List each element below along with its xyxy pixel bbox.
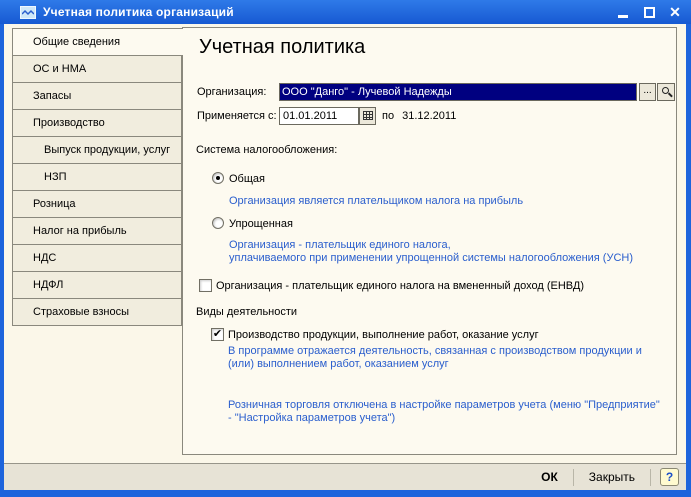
period-to-value: 31.12.2011 — [402, 110, 457, 122]
footer-bar: ОК Закрыть ? — [4, 463, 686, 490]
activities-label: Виды деятельности — [196, 306, 298, 318]
sidebar-item-nds[interactable]: НДС — [12, 244, 182, 272]
footer-separator — [650, 468, 651, 486]
organization-choose-button[interactable]: ... — [639, 83, 656, 101]
window-controls: ✕ — [615, 0, 683, 24]
dialog-client-area: Общие сведения ОС и НМА Запасы Производс… — [4, 24, 686, 490]
sidebar-item-nalog-pribyl[interactable]: Налог на прибыль — [12, 217, 182, 245]
radio-general-tax[interactable] — [212, 172, 224, 184]
footer-separator — [572, 468, 574, 486]
sidebar-item-vypusk[interactable]: Выпуск продукции, услуг — [12, 136, 182, 164]
sidebar-item-general[interactable]: Общие сведения — [12, 28, 183, 56]
magnifier-icon[interactable] — [657, 83, 675, 101]
simplified-tax-note: Организация - плательщик единого налога,… — [229, 239, 634, 264]
envd-checkbox-label[interactable]: Организация - плательщик единого налога … — [216, 280, 584, 292]
tax-system-label: Система налогообложения: — [196, 144, 338, 156]
close-icon[interactable]: ✕ — [667, 4, 683, 20]
sidebar-item-roznitsa[interactable]: Розница — [12, 190, 182, 218]
help-button[interactable]: ? — [660, 468, 679, 486]
organization-field[interactable]: ООО "Данго" - Лучевой Надежды — [279, 83, 637, 101]
sidebar-item-proizvodstvo[interactable]: Производство — [12, 109, 182, 137]
radio-general-tax-label[interactable]: Общая — [229, 173, 265, 185]
period-label: Применяется с: — [197, 110, 277, 122]
page-title: Учетная политика — [199, 36, 366, 58]
sidebar-item-os-nma[interactable]: ОС и НМА — [12, 55, 182, 83]
production-checkbox[interactable]: ✔ — [211, 328, 224, 341]
general-tax-note: Организация является плательщиком налога… — [229, 195, 524, 207]
sidebar-item-nzp[interactable]: НЗП — [12, 163, 182, 191]
minimize-icon[interactable] — [615, 4, 631, 20]
sidebar-item-ndfl[interactable]: НДФЛ — [12, 271, 182, 299]
production-note: В программе отражается деятельность, свя… — [228, 345, 642, 370]
radio-selected-dot — [216, 176, 220, 180]
retail-disabled-note: Розничная торговля отключена в настройке… — [228, 399, 660, 424]
main-panel: Учетная политика Организация: ООО "Данго… — [182, 27, 677, 455]
radio-simplified-tax[interactable] — [212, 217, 224, 229]
organization-label: Организация: — [197, 86, 267, 98]
accounting-policy-dialog: Учетная политика организаций ✕ Общие све… — [0, 0, 691, 497]
production-checkbox-label[interactable]: Производство продукции, выполнение работ… — [228, 329, 539, 341]
period-to-label: по — [382, 110, 395, 122]
close-button[interactable]: Закрыть — [583, 468, 641, 486]
form-icon — [20, 5, 36, 19]
sidebar-item-zapasy[interactable]: Запасы — [12, 82, 182, 110]
period-from-input[interactable]: 01.01.2011 — [279, 107, 359, 125]
maximize-icon[interactable] — [641, 4, 657, 20]
title-bar: Учетная политика организаций ✕ — [0, 0, 691, 24]
sidebar-tabs: Общие сведения ОС и НМА Запасы Производс… — [12, 28, 183, 326]
calendar-icon[interactable] — [359, 107, 376, 125]
sidebar-item-strahovye[interactable]: Страховые взносы — [12, 298, 182, 326]
checkmark-icon: ✔ — [212, 328, 223, 340]
radio-simplified-tax-label[interactable]: Упрощенная — [229, 218, 293, 230]
ok-button[interactable]: ОК — [535, 468, 564, 486]
period-to: по 31.12.2011 — [382, 110, 464, 122]
envd-checkbox[interactable] — [199, 279, 212, 292]
window-title: Учетная политика организаций — [43, 5, 234, 19]
